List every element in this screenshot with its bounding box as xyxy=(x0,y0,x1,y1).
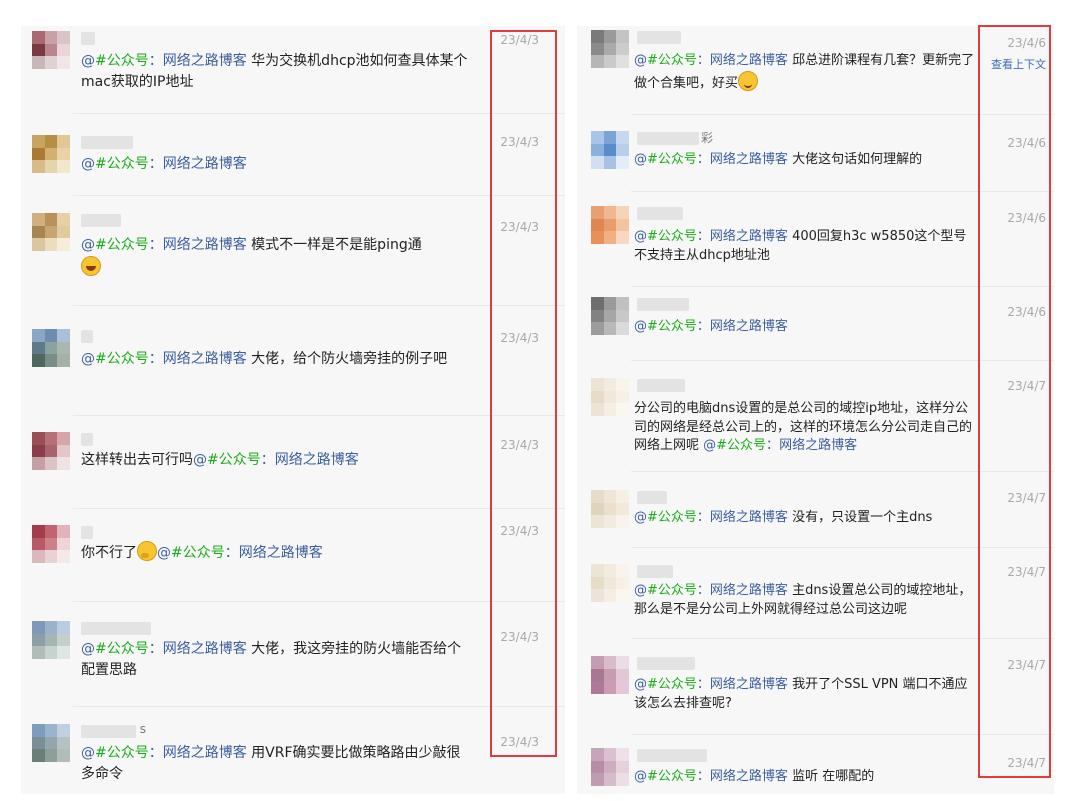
blurred-nickname xyxy=(81,330,93,343)
account-mention-link[interactable]: @#公众号：网络之路博客 xyxy=(81,745,247,761)
avatar[interactable] xyxy=(591,206,629,244)
blurred-nickname: 彩 xyxy=(637,131,713,145)
account-mention-link[interactable]: @#公众号：网络之路博客 xyxy=(81,53,247,69)
blurred-nickname xyxy=(81,526,93,539)
blurred-nickname xyxy=(637,379,685,392)
avatar[interactable] xyxy=(32,621,70,659)
account-mention-link[interactable]: @#公众号：网络之路博客 xyxy=(81,351,247,367)
left-comment-panel: @#公众号：网络之路博客 华为交换机dhcp池如何查具体某个mac获取的IP地址… xyxy=(21,26,565,794)
blurred-nickname xyxy=(637,298,689,311)
avatar[interactable] xyxy=(591,564,629,602)
comment-item: @#公众号：网络之路博客 大佬，给个防火墙旁挂的例子吧 23/4/3 xyxy=(21,305,565,415)
avatar[interactable] xyxy=(32,31,70,69)
account-mention-link[interactable]: @#公众号：网络之路博客 xyxy=(634,769,788,784)
account-mention-link[interactable]: @#公众号：网络之路博客 xyxy=(81,641,247,657)
thinking-emoji-icon xyxy=(137,541,157,561)
blurred-nickname xyxy=(81,214,121,227)
avatar[interactable] xyxy=(591,131,629,169)
avatar[interactable] xyxy=(32,432,70,470)
comment-item: @#公众号：网络之路博客 大佬，我这旁挂的防火墙能否给个配置思路 23/4/3 xyxy=(21,601,565,706)
account-mention-link[interactable]: @#公众号：网络之路博客 xyxy=(193,452,359,468)
account-mention-link[interactable]: @#公众号：网络之路博客 xyxy=(157,545,323,561)
blurred-nickname xyxy=(637,491,667,504)
laughing-emoji-icon xyxy=(81,256,101,276)
avatar[interactable] xyxy=(32,329,70,367)
comment-text: @#公众号：网络之路博客 大佬，我这旁挂的防火墙能否给个配置思路 xyxy=(81,641,462,678)
nickname-fragment: s xyxy=(139,722,146,736)
avatar[interactable] xyxy=(591,378,629,416)
comment-item: 你不行了 @#公众号：网络之路博客 23/4/3 xyxy=(21,508,565,601)
comment-text: @#公众号：网络之路博客 xyxy=(634,318,976,337)
comment-text: 你不行了 @#公众号：网络之路博客 xyxy=(81,541,469,564)
avatar[interactable] xyxy=(32,724,70,762)
comment-item: s @#公众号：网络之路博客 用VRF确实要比做策略路由少敲很多命令 23/4/3 xyxy=(21,706,565,794)
account-mention-link[interactable]: @#公众号：网络之路博客 xyxy=(634,510,788,525)
date-highlight-box-right xyxy=(978,25,1051,778)
smile-emoji-icon xyxy=(738,70,759,91)
comment-text: @#公众号：网络之路博客 监听 在哪配的 xyxy=(634,769,875,784)
comment-text: @#公众号：网络之路博客 主dns设置总公司的域控地址，那么是不是分公司上外网就… xyxy=(634,583,972,617)
comment-text: @#公众号：网络之路博客 华为交换机dhcp池如何查具体某个mac获取的IP地址 xyxy=(81,53,468,90)
comment-text: @#公众号：网络之路博客 没有，只设置一个主dns xyxy=(634,510,933,525)
blurred-nickname xyxy=(637,749,707,762)
avatar[interactable] xyxy=(591,297,629,335)
comment-text: @#公众号：网络之路博客 400回复h3c w5850这个型号不支持主从dhcp… xyxy=(634,229,967,263)
avatar[interactable] xyxy=(591,30,629,68)
blurred-nickname xyxy=(81,622,151,635)
account-mention-link[interactable]: @#公众号：网络之路博客 xyxy=(634,152,788,167)
comment-text: @#公众号：网络之路博客 邱总进阶课程有几套？更新完了做个合集吧，好买 xyxy=(634,53,975,91)
blurred-nickname xyxy=(637,565,673,578)
avatar[interactable] xyxy=(32,213,70,251)
date-highlight-box-left xyxy=(490,30,557,757)
avatar[interactable] xyxy=(591,656,629,694)
comment-text: @#公众号：网络之路博客 模式不一样是不是能ping通 xyxy=(81,235,469,279)
blurred-nickname xyxy=(81,136,133,149)
comment-text: @#公众号：网络之路博客 我开了个SSL VPN 端口不通应该怎么去排查呢? xyxy=(634,677,968,711)
account-mention-link[interactable]: @#公众号：网络之路博客 xyxy=(81,237,247,253)
comment-text: @#公众号：网络之路博客 大佬这句话如何理解的 xyxy=(634,152,923,167)
comment-text: @#公众号：网络之路博客 大佬，给个防火墙旁挂的例子吧 xyxy=(81,351,448,367)
comment-item: @#公众号：网络之路博客 华为交换机dhcp池如何查具体某个mac获取的IP地址… xyxy=(21,26,565,113)
blurred-nickname xyxy=(637,31,681,44)
account-mention-link[interactable]: @#公众号：网络之路博客 xyxy=(634,229,788,244)
avatar[interactable] xyxy=(591,748,629,786)
account-mention-link[interactable]: @#公众号：网络之路博客 xyxy=(703,438,857,453)
avatar[interactable] xyxy=(32,525,70,563)
avatar[interactable] xyxy=(32,135,70,173)
blurred-nickname xyxy=(637,657,695,670)
blurred-nickname xyxy=(81,433,93,446)
comment-item: @#公众号：网络之路博客 23/4/3 xyxy=(21,113,565,195)
nickname-fragment: 彩 xyxy=(700,131,713,145)
blurred-nickname: s xyxy=(81,722,146,738)
comment-text: 这样转出去可行吗@#公众号：网络之路博客 xyxy=(81,452,359,468)
comment-text: @#公众号：网络之路博客 xyxy=(81,154,469,175)
comment-item: 这样转出去可行吗@#公众号：网络之路博客 23/4/3 xyxy=(21,415,565,508)
account-mention-link[interactable]: @#公众号：网络之路博客 xyxy=(634,677,788,692)
blurred-nickname xyxy=(81,32,95,45)
account-mention-link[interactable]: @#公众号：网络之路博客 xyxy=(634,583,788,598)
comment-text: 分公司的电脑dns设置的是总公司的域控ip地址，这样分公司的网络是经总公司上的，… xyxy=(634,401,973,453)
account-mention-link[interactable]: @#公众号：网络之路博客 xyxy=(634,53,788,68)
account-mention-link[interactable]: @#公众号：网络之路博客 xyxy=(634,319,788,334)
blurred-nickname xyxy=(637,207,683,220)
comment-item: @#公众号：网络之路博客 模式不一样是不是能ping通 23/4/3 xyxy=(21,195,565,305)
comment-text: @#公众号：网络之路博客 用VRF确实要比做策略路由少敲很多命令 xyxy=(81,745,461,782)
account-mention-link[interactable]: @#公众号：网络之路博客 xyxy=(81,156,247,172)
avatar[interactable] xyxy=(591,490,629,528)
